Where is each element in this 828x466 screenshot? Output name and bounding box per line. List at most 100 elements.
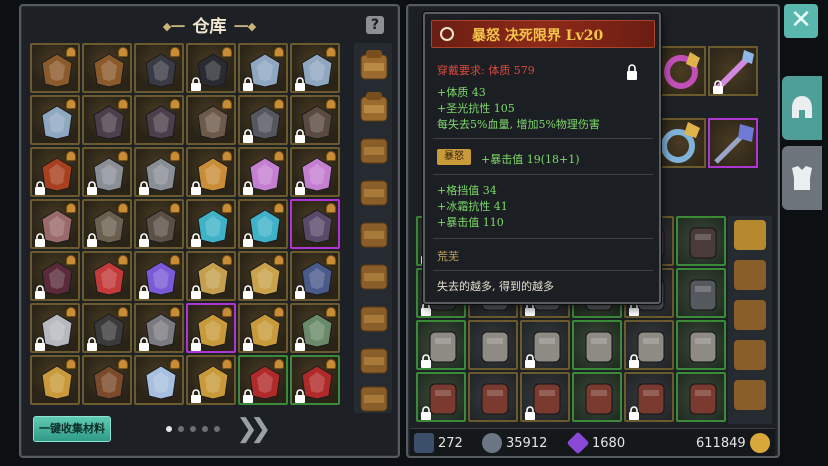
armor-icon [792, 166, 812, 190]
red-armor-icon [684, 380, 722, 418]
item-slot-claw-gauntlet[interactable] [186, 95, 236, 145]
set-badge: 暴怒 [437, 149, 471, 165]
inventory-slot-red-armor[interactable] [468, 372, 518, 422]
rank-badge [274, 307, 284, 317]
tab-equipment[interactable] [782, 76, 822, 140]
inventory-slot-iron-armor[interactable] [676, 268, 726, 318]
item-slot-bone-blade[interactable] [30, 199, 80, 249]
bag-icon[interactable] [358, 89, 390, 123]
item-slot-spiked-mace[interactable] [134, 199, 184, 249]
item-slot-red-ring[interactable] [30, 147, 80, 197]
item-slot-golden-ring[interactable] [186, 147, 236, 197]
item-slot-cyan-gauntlet[interactable] [238, 199, 288, 249]
item-slot-dark-bow[interactable] [290, 95, 340, 145]
lock-icon[interactable] [626, 64, 638, 84]
bag-icon[interactable] [358, 47, 390, 81]
lock-icon [190, 285, 202, 299]
page-indicator[interactable] [166, 426, 220, 432]
item-slot-golden-claw[interactable] [238, 251, 288, 301]
inventory-slot-red-armor[interactable] [520, 372, 570, 422]
bag-icon[interactable] [358, 173, 390, 207]
item-slot-leather-armor[interactable] [82, 43, 132, 93]
item-slot-twin-axes[interactable] [82, 147, 132, 197]
inventory-slot-steel-helm[interactable] [416, 320, 466, 370]
item-slot-robe-armor[interactable] [82, 199, 132, 249]
question-icon[interactable]: ? [366, 16, 384, 34]
item-slot-silver-ring[interactable] [238, 43, 288, 93]
tab-armor[interactable] [782, 146, 822, 210]
lock-icon [242, 181, 254, 195]
lock-icon [86, 337, 98, 351]
bag-icon[interactable] [358, 257, 390, 291]
lock-icon [242, 337, 254, 351]
rank-badge [222, 47, 232, 57]
item-slot-golden-gauntlet[interactable] [238, 303, 288, 353]
item-slot-silver-ring[interactable] [290, 43, 340, 93]
lock-icon [628, 354, 640, 368]
item-slot-white-armor[interactable] [30, 303, 80, 353]
inventory-slot-steel-helm[interactable] [624, 320, 674, 370]
item-slot-golden-gauntlet[interactable] [30, 355, 80, 405]
item-slot-dark-gauntlet[interactable] [134, 43, 184, 93]
item-slot-golden-boots[interactable] [186, 251, 236, 301]
inventory-slot-red-armor[interactable] [624, 372, 674, 422]
rank-badge [326, 99, 336, 109]
item-slot-golden-gauntlet[interactable] [186, 355, 236, 405]
page-dot[interactable] [214, 426, 220, 432]
inventory-slot-dark-helm[interactable] [676, 216, 726, 266]
page-dot[interactable] [166, 426, 172, 432]
resource-helm: 35912 [482, 432, 547, 454]
collect-materials-button[interactable]: 一键收集材料 [33, 416, 111, 442]
item-slot-brown-boots[interactable] [82, 355, 132, 405]
bag-icon[interactable] [358, 379, 390, 413]
item-slot-skull-helm[interactable] [82, 303, 132, 353]
inventory-slot-steel-helm[interactable] [520, 320, 570, 370]
item-slot-shadow-gloves[interactable] [186, 43, 236, 93]
item-slot-leather-armor[interactable] [30, 43, 80, 93]
bag-icon[interactable] [358, 341, 390, 375]
lock-icon [242, 389, 254, 403]
inventory-slot-steel-helm[interactable] [676, 320, 726, 370]
bag-icon[interactable] [358, 131, 390, 165]
close-icon[interactable]: ✕ [784, 4, 818, 38]
inventory-slot-steel-helm[interactable] [572, 320, 622, 370]
item-slot-holy-scepter[interactable] [134, 355, 184, 405]
item-slot-red-dragon-helm[interactable] [290, 355, 340, 405]
item-slot-golden-gauntlet[interactable] [186, 303, 236, 353]
inventory-slot-red-armor[interactable] [676, 372, 726, 422]
item-slot-shadow-claw[interactable] [290, 251, 340, 301]
item-slot-dark-staff[interactable] [82, 95, 132, 145]
lock-icon [34, 285, 46, 299]
item-slot-silver-ring[interactable] [30, 95, 80, 145]
inventory-slot-red-armor[interactable] [572, 372, 622, 422]
item-slot-green-armor[interactable] [290, 303, 340, 353]
item-slot-red-dragon-helm[interactable] [238, 355, 288, 405]
bag-icon[interactable] [358, 215, 390, 249]
item-slot-twin-axes[interactable] [134, 147, 184, 197]
inventory-slot-steel-helm[interactable] [468, 320, 518, 370]
item-slot-purple-bracer[interactable] [290, 199, 340, 249]
item-slot-cyan-gauntlet[interactable] [186, 199, 236, 249]
rank-badge [222, 359, 232, 369]
item-slot-horned-helm[interactable] [134, 303, 184, 353]
equipped-ring-slot[interactable] [656, 46, 706, 96]
rank-badge [274, 203, 284, 213]
rank-badge [170, 151, 180, 161]
item-slot-ruby-ring[interactable] [82, 251, 132, 301]
page-dot[interactable] [202, 426, 208, 432]
equipped-ring-slot-2[interactable] [656, 118, 706, 168]
item-slot-crystal-sword[interactable] [290, 147, 340, 197]
item-slot-amethyst-ring[interactable] [134, 251, 184, 301]
item-slot-dark-staff[interactable] [134, 95, 184, 145]
inventory-slot-red-armor[interactable] [416, 372, 466, 422]
item-slot-crystal-sword[interactable] [238, 147, 288, 197]
bag-icon[interactable] [358, 299, 390, 333]
item-slot-dark-helm[interactable] [30, 251, 80, 301]
equipped-mace-slot[interactable] [708, 118, 758, 168]
divider [433, 138, 653, 139]
equipped-weapon-slot[interactable] [708, 46, 758, 96]
page-dot[interactable] [190, 426, 196, 432]
page-dot[interactable] [178, 426, 184, 432]
double-chevron-right-icon[interactable]: ❯❯ [236, 414, 271, 444]
item-slot-iron-armor[interactable] [238, 95, 288, 145]
